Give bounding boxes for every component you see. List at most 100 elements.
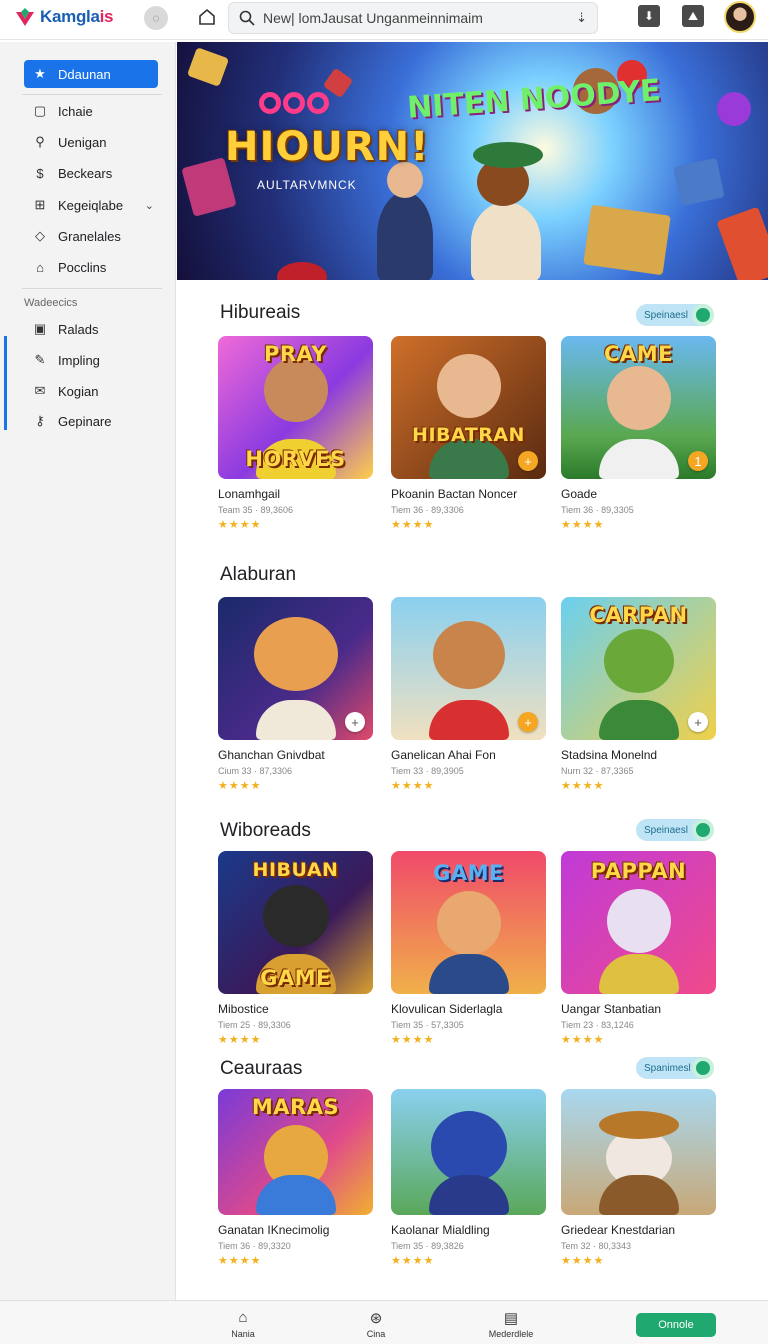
sidebar: ★ Ddaunan ▢ Ichaie ⚲ Uenigan $ Beckears …	[0, 42, 176, 1300]
hero-subtitle: AULTARVMNCK	[257, 178, 357, 192]
bottom-nav-item-1[interactable]: ⊛ Cina	[341, 1309, 411, 1339]
home-button[interactable]	[196, 6, 218, 28]
rating-stars: ★★★★	[391, 519, 435, 531]
bottom-nav-item-0[interactable]: ⌂ Nania	[208, 1309, 278, 1339]
game-meta: Tem 32 · 80,3343	[561, 1241, 632, 1251]
character-face	[436, 891, 501, 955]
character-body	[428, 700, 509, 740]
section-more-label: Speinaesl	[644, 824, 688, 836]
section-more-button[interactable]: Spanimesl	[636, 1057, 714, 1079]
game-meta: Tiem 33 · 89,3905	[391, 766, 464, 776]
game-meta: Nurn 32 · 87,3365	[561, 766, 634, 776]
sidebar-item-0[interactable]: ★ Ddaunan	[24, 60, 158, 88]
download-icon[interactable]: ⬇	[638, 5, 660, 27]
bottom-nav-label: Mederdlele	[488, 1329, 534, 1339]
sidebar-item-label: Kegeiqlabe	[58, 197, 124, 213]
game-meta: Tiem 23 · 83,1246	[561, 1020, 634, 1030]
game-card[interactable]: CARPAN + Stadsina Monelnd Nurn 32 · 87,3…	[561, 597, 716, 792]
thumb-title: GAME	[433, 861, 504, 885]
game-name: Griedear Knestdarian	[561, 1223, 676, 1237]
game-card[interactable]: CAME 1 Goade Tiem 36 · 89,3305 ★★★★	[561, 336, 716, 531]
character-face	[606, 889, 671, 953]
game-card[interactable]: Griedear Knestdarian Tem 32 · 80,3343 ★★…	[561, 1089, 716, 1267]
game-card[interactable]: + Ghanchan Gnivdbat Cium 33 · 87,3306 ★★…	[218, 597, 373, 792]
section-title: Ceauraas	[220, 1058, 303, 1079]
game-card[interactable]: MARAS Ganatan IKnecimolig Tiem 36 · 89,3…	[218, 1089, 373, 1267]
search-input[interactable]	[263, 10, 569, 26]
rating-stars: ★★★★	[218, 780, 262, 792]
sidebar-item-3[interactable]: $ Beckears	[24, 159, 158, 187]
hero-cube-decoration	[673, 157, 725, 207]
hero-ring-decoration	[259, 92, 329, 114]
add-badge-icon[interactable]: +	[345, 712, 365, 732]
add-badge-icon[interactable]: +	[688, 712, 708, 732]
section-title: Wiboreads	[220, 820, 311, 841]
game-thumbnail: PRAY HORVES	[218, 336, 373, 479]
sidebar-item-label: Gepinare	[58, 413, 112, 429]
sidebar-section-label: Wadeecics	[24, 297, 78, 309]
game-thumbnail: +	[391, 597, 546, 740]
rating-stars: ★★★★	[391, 1034, 435, 1046]
character-body	[598, 954, 679, 994]
section-more-button[interactable]: Speinaesl	[636, 819, 714, 841]
game-card[interactable]: HIBUAN GAME Mibostice Tiem 25 · 89,3306 …	[218, 851, 373, 1046]
search-icon	[239, 10, 255, 26]
home-icon: ⌂	[238, 1309, 248, 1326]
sidebar-item-4[interactable]: ⊞ Kegeiqlabe ⌄	[24, 191, 158, 219]
game-thumbnail: GAME	[391, 851, 546, 994]
game-card[interactable]: + Ganelican Ahai Fon Tiem 33 · 89,3905 ★…	[391, 597, 546, 792]
sidebar-section-item-2[interactable]: ✉ Kogian	[24, 377, 158, 405]
sidebar-item-label: Granelales	[58, 228, 121, 244]
sidebar-item-5[interactable]: ◇ Granelales	[24, 222, 158, 250]
sidebar-item-label: Impling	[58, 352, 100, 368]
game-name: Goade	[561, 487, 598, 501]
section-title: Alaburan	[220, 564, 297, 585]
game-thumbnail	[391, 1089, 546, 1215]
game-name: Klovulican Siderlagla	[391, 1002, 503, 1016]
sidebar-item-label: Uenigan	[58, 134, 107, 150]
grid-icon: ⊞	[34, 197, 46, 212]
number-badge-icon[interactable]: 1	[688, 451, 708, 471]
character-body	[428, 1175, 509, 1215]
game-card[interactable]: PAPPAN Uangar Stanbatian Tiem 23 · 83,12…	[561, 851, 716, 1046]
add-badge-icon[interactable]: +	[518, 712, 538, 732]
online-button[interactable]: Onnole	[636, 1313, 716, 1337]
section-more-button[interactable]: Speinaesl	[636, 304, 714, 326]
game-meta: Team 35 · 89,3606	[218, 505, 294, 515]
game-card[interactable]: PRAY HORVES Lonamhgail Team 35 · 89,3606…	[218, 336, 373, 531]
back-icon: ◌	[152, 11, 160, 25]
mail-icon: ✉	[34, 383, 46, 398]
dollar-icon: $	[36, 165, 44, 181]
rating-stars: ★★★★	[561, 1255, 605, 1267]
game-name: Stadsina Monelnd	[561, 748, 658, 762]
mic-icon[interactable]: ⇣	[576, 10, 587, 26]
sidebar-item-1[interactable]: ▢ Ichaie	[24, 97, 158, 125]
search-bar[interactable]: ⇣	[228, 2, 598, 34]
back-circle-button[interactable]: ◌	[144, 6, 168, 30]
avatar[interactable]	[724, 1, 756, 33]
sidebar-section-item-1[interactable]: ✎ Impling	[24, 346, 158, 374]
add-badge-icon[interactable]: +	[518, 451, 538, 471]
bottom-nav-item-2[interactable]: ▤ Mederdlele	[476, 1309, 546, 1339]
hero-balloon-decoration	[717, 92, 751, 126]
game-card[interactable]: Kaolanar Mialdling Tiem 35 · 89,3826 ★★★…	[391, 1089, 546, 1267]
sidebar-section-item-3[interactable]: ⚷ Gepinare	[24, 407, 158, 435]
app-logo[interactable]: Kamglais	[14, 6, 113, 28]
bottom-nav-label: Cina	[366, 1329, 386, 1339]
chevron-down-icon[interactable]: ⌄	[145, 199, 154, 212]
bookmark-icon[interactable]: ⛰	[682, 5, 704, 27]
logo-text-accent: is	[99, 7, 114, 26]
toggle-dot-icon	[692, 819, 714, 841]
hero-banner[interactable]: NITEN NOODYE HIOURN! AULTARVMNCK	[177, 42, 768, 280]
hero-cube-decoration	[716, 206, 768, 280]
toggle-dot-icon	[692, 1057, 714, 1079]
sidebar-item-6[interactable]: ⌂ Pocclins	[24, 253, 158, 281]
character-body	[255, 1175, 336, 1215]
sidebar-section-item-0[interactable]: ▣ Ralads	[24, 315, 158, 343]
game-card[interactable]: GAME Klovulican Siderlagla Tiem 35 · 57,…	[391, 851, 546, 1046]
character-body	[428, 954, 509, 994]
game-card[interactable]: HIBATRAN + Pkoanin Bactan Noncer Tiem 36…	[391, 336, 546, 531]
square-icon: ▣	[33, 321, 47, 336]
sidebar-item-2[interactable]: ⚲ Uenigan	[24, 128, 158, 156]
character-face	[253, 617, 338, 691]
